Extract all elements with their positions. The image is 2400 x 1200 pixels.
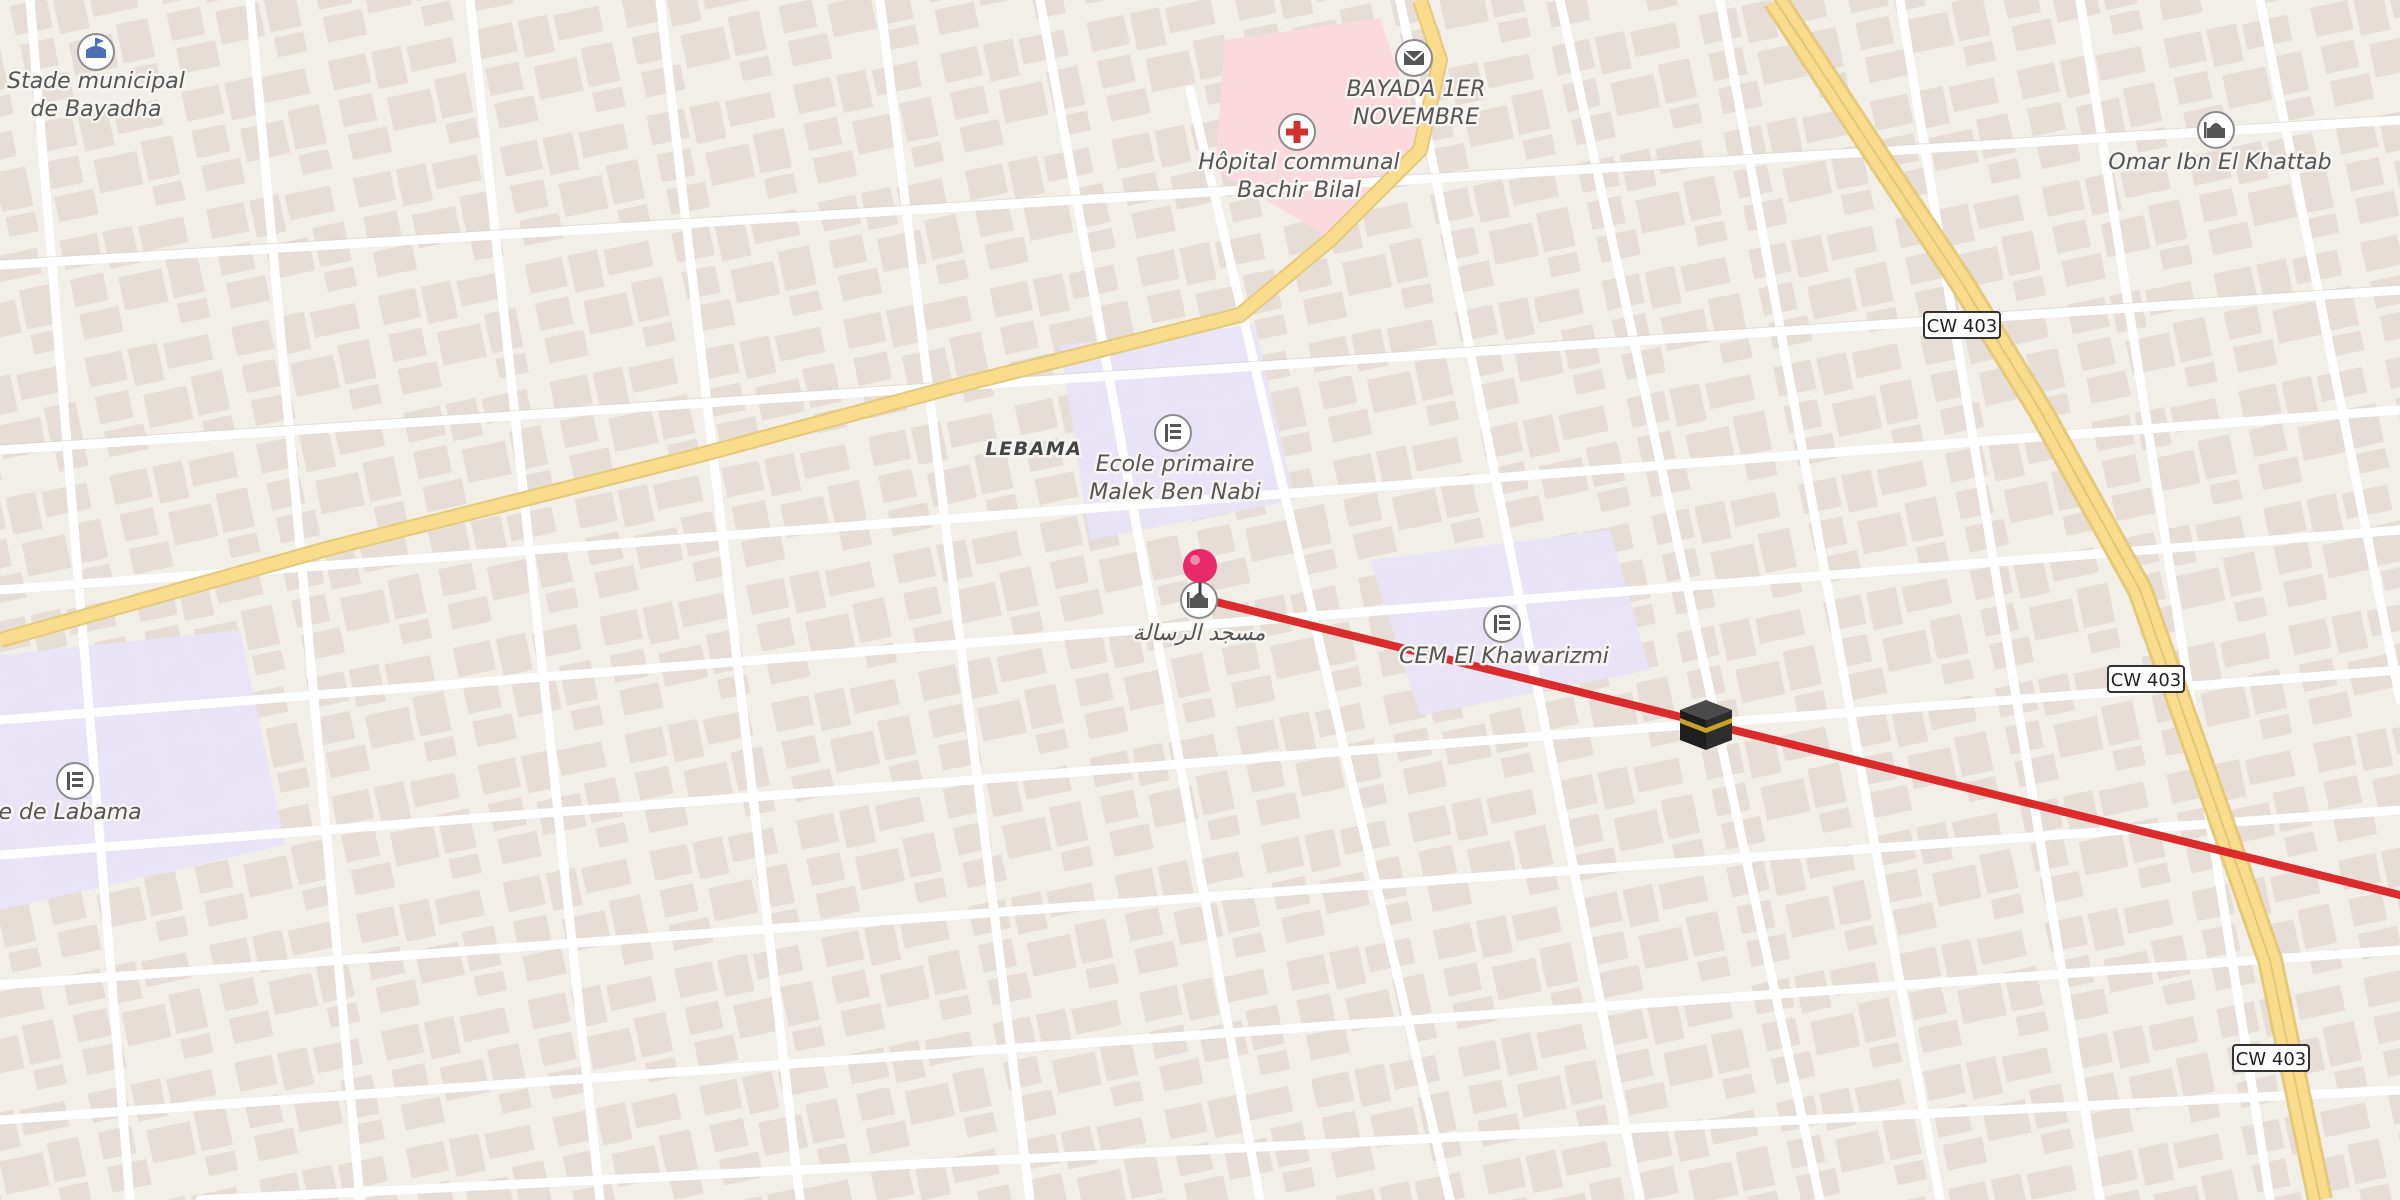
stadium-label-line2[interactable]: de Bayadha [28,95,164,125]
svg-text:CW 403: CW 403 [2111,670,2181,691]
school-primary-label-line2[interactable]: Malek Ben Nabi [1087,478,1263,508]
hospital-label-line2[interactable]: Bachir Bilal [1235,176,1364,206]
hospital-label-line1[interactable]: Hôpital communal [1196,148,1402,178]
hospital-icon[interactable] [1278,113,1316,151]
mosque-omar-label[interactable]: Omar Ibn El Khattab [2106,148,2334,178]
post-office-label-line1[interactable]: BAYADA 1ER [1344,75,1488,105]
school-icon[interactable] [56,762,94,800]
stadium-label-line1[interactable]: Stade municipal [5,67,188,97]
map-canvas[interactable]: CW 403 CW 403 CW 403 Stade municipal de … [0,0,2400,1200]
svg-text:CW 403: CW 403 [2236,1049,2306,1070]
district-label: LEBAMA [986,438,1083,460]
school-primary-label-line1[interactable]: Ecole primaire [1093,450,1257,480]
post-office-label-line2[interactable]: NOVEMBRE [1351,103,1482,133]
school-icon[interactable] [1483,605,1521,643]
mosque-pin-label[interactable]: مسجد الرسالة [1130,619,1268,649]
mosque-icon[interactable] [2197,111,2235,149]
road-shield-cw403-bottom: CW 403 [2232,1044,2310,1072]
svg-text:CW 403: CW 403 [1927,316,1997,337]
map-viewport[interactable]: CW 403 CW 403 CW 403 Stade municipal de … [0,0,2400,1200]
school-cem-label[interactable]: CEM El Khawarizmi [1397,642,1612,672]
school-icon[interactable] [1154,414,1192,452]
kaaba-icon[interactable] [1680,700,1732,750]
road-shield-cw403-middle: CW 403 [2107,665,2185,693]
road-shield-cw403-top: CW 403 [1923,311,2001,339]
lycee-label[interactable]: Lycée de Labama [0,798,144,828]
post-office-icon[interactable] [1395,39,1433,77]
stadium-icon[interactable] [77,33,115,71]
